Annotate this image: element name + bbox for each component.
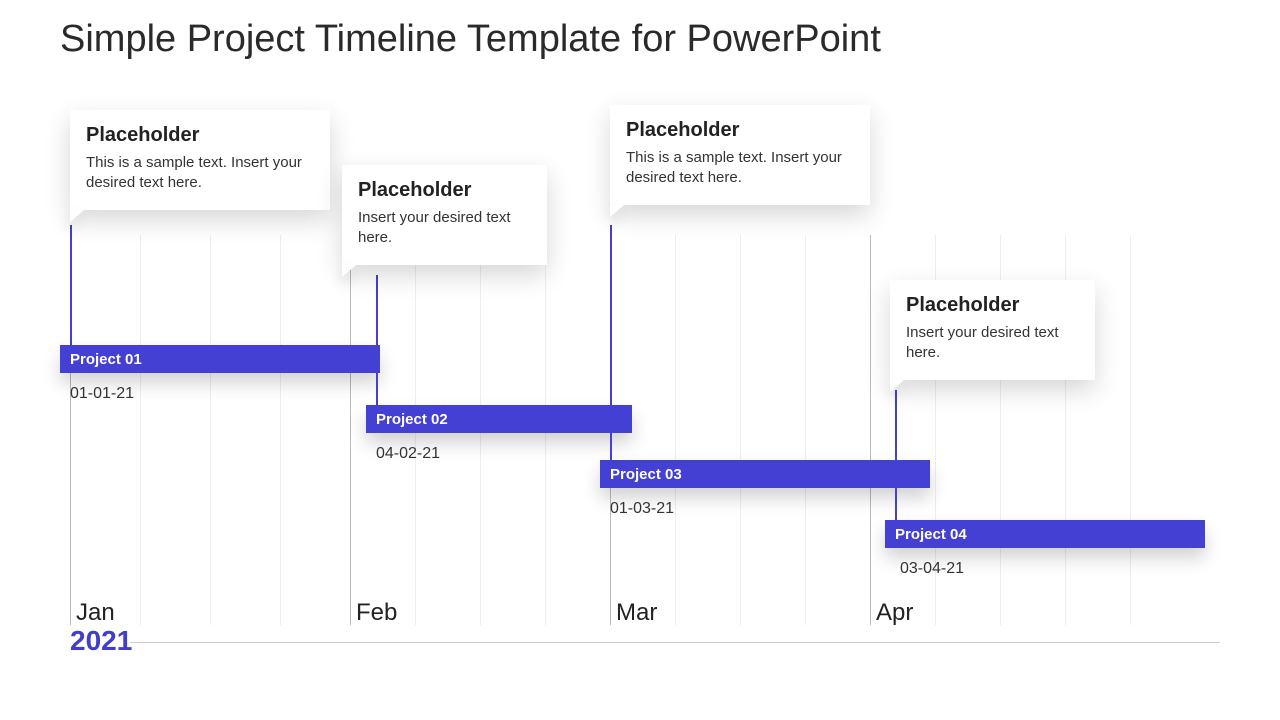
callout-title: Placeholder: [626, 119, 854, 142]
date-project-03: 01-03-21: [610, 500, 674, 518]
callout-project-04[interactable]: Placeholder Insert your desired text her…: [890, 280, 1095, 380]
date-project-02: 04-02-21: [376, 445, 440, 463]
month-label-feb: Feb: [356, 599, 397, 627]
slide: Simple Project Timeline Template for Pow…: [0, 0, 1280, 720]
callout-body: This is a sample text. Insert your desir…: [86, 153, 314, 194]
bar-project-01[interactable]: Project 01: [60, 345, 380, 373]
callout-tail-icon: [890, 380, 904, 392]
month-label-mar: Mar: [616, 599, 657, 627]
minor-gridline: [675, 235, 676, 625]
month-gridline: [870, 235, 871, 625]
callout-title: Placeholder: [358, 179, 531, 202]
minor-gridline: [1130, 235, 1131, 625]
connector-project-02: [376, 275, 378, 405]
callout-body: Insert your desired text here.: [906, 323, 1079, 364]
callout-body: Insert your desired text here.: [358, 208, 531, 249]
callout-project-03[interactable]: Placeholder This is a sample text. Inser…: [610, 105, 870, 205]
callout-title: Placeholder: [86, 124, 314, 147]
minor-gridline: [740, 235, 741, 625]
callout-tail-icon: [610, 205, 624, 217]
minor-gridline: [210, 235, 211, 625]
timeline-chart: Jan Feb Mar Apr 2021 Project 01 01-01-21…: [70, 95, 1220, 635]
month-gridline: [350, 235, 351, 625]
bar-project-03[interactable]: Project 03: [600, 460, 930, 488]
callout-body: This is a sample text. Insert your desir…: [626, 148, 854, 189]
minor-gridline: [140, 235, 141, 625]
callout-project-01[interactable]: Placeholder This is a sample text. Inser…: [70, 110, 330, 210]
bar-label: Project 01: [70, 351, 142, 368]
minor-gridline: [280, 235, 281, 625]
month-label-jan: Jan: [76, 599, 115, 627]
baseline: [130, 642, 1220, 643]
connector-project-03: [610, 225, 612, 460]
bar-label: Project 03: [610, 466, 682, 483]
year-label: 2021: [70, 625, 132, 657]
minor-gridline: [805, 235, 806, 625]
callout-tail-icon: [342, 265, 356, 277]
callout-title: Placeholder: [906, 294, 1079, 317]
connector-project-01: [70, 225, 72, 345]
month-label-apr: Apr: [876, 599, 913, 627]
date-project-01: 01-01-21: [70, 385, 134, 403]
date-project-04: 03-04-21: [900, 560, 964, 578]
page-title: Simple Project Timeline Template for Pow…: [60, 18, 881, 61]
callout-tail-icon: [70, 210, 84, 222]
connector-project-04: [895, 390, 897, 520]
bar-project-02[interactable]: Project 02: [366, 405, 632, 433]
bar-label: Project 04: [895, 526, 967, 543]
bar-project-04[interactable]: Project 04: [885, 520, 1205, 548]
callout-project-02[interactable]: Placeholder Insert your desired text her…: [342, 165, 547, 265]
bar-label: Project 02: [376, 411, 448, 428]
